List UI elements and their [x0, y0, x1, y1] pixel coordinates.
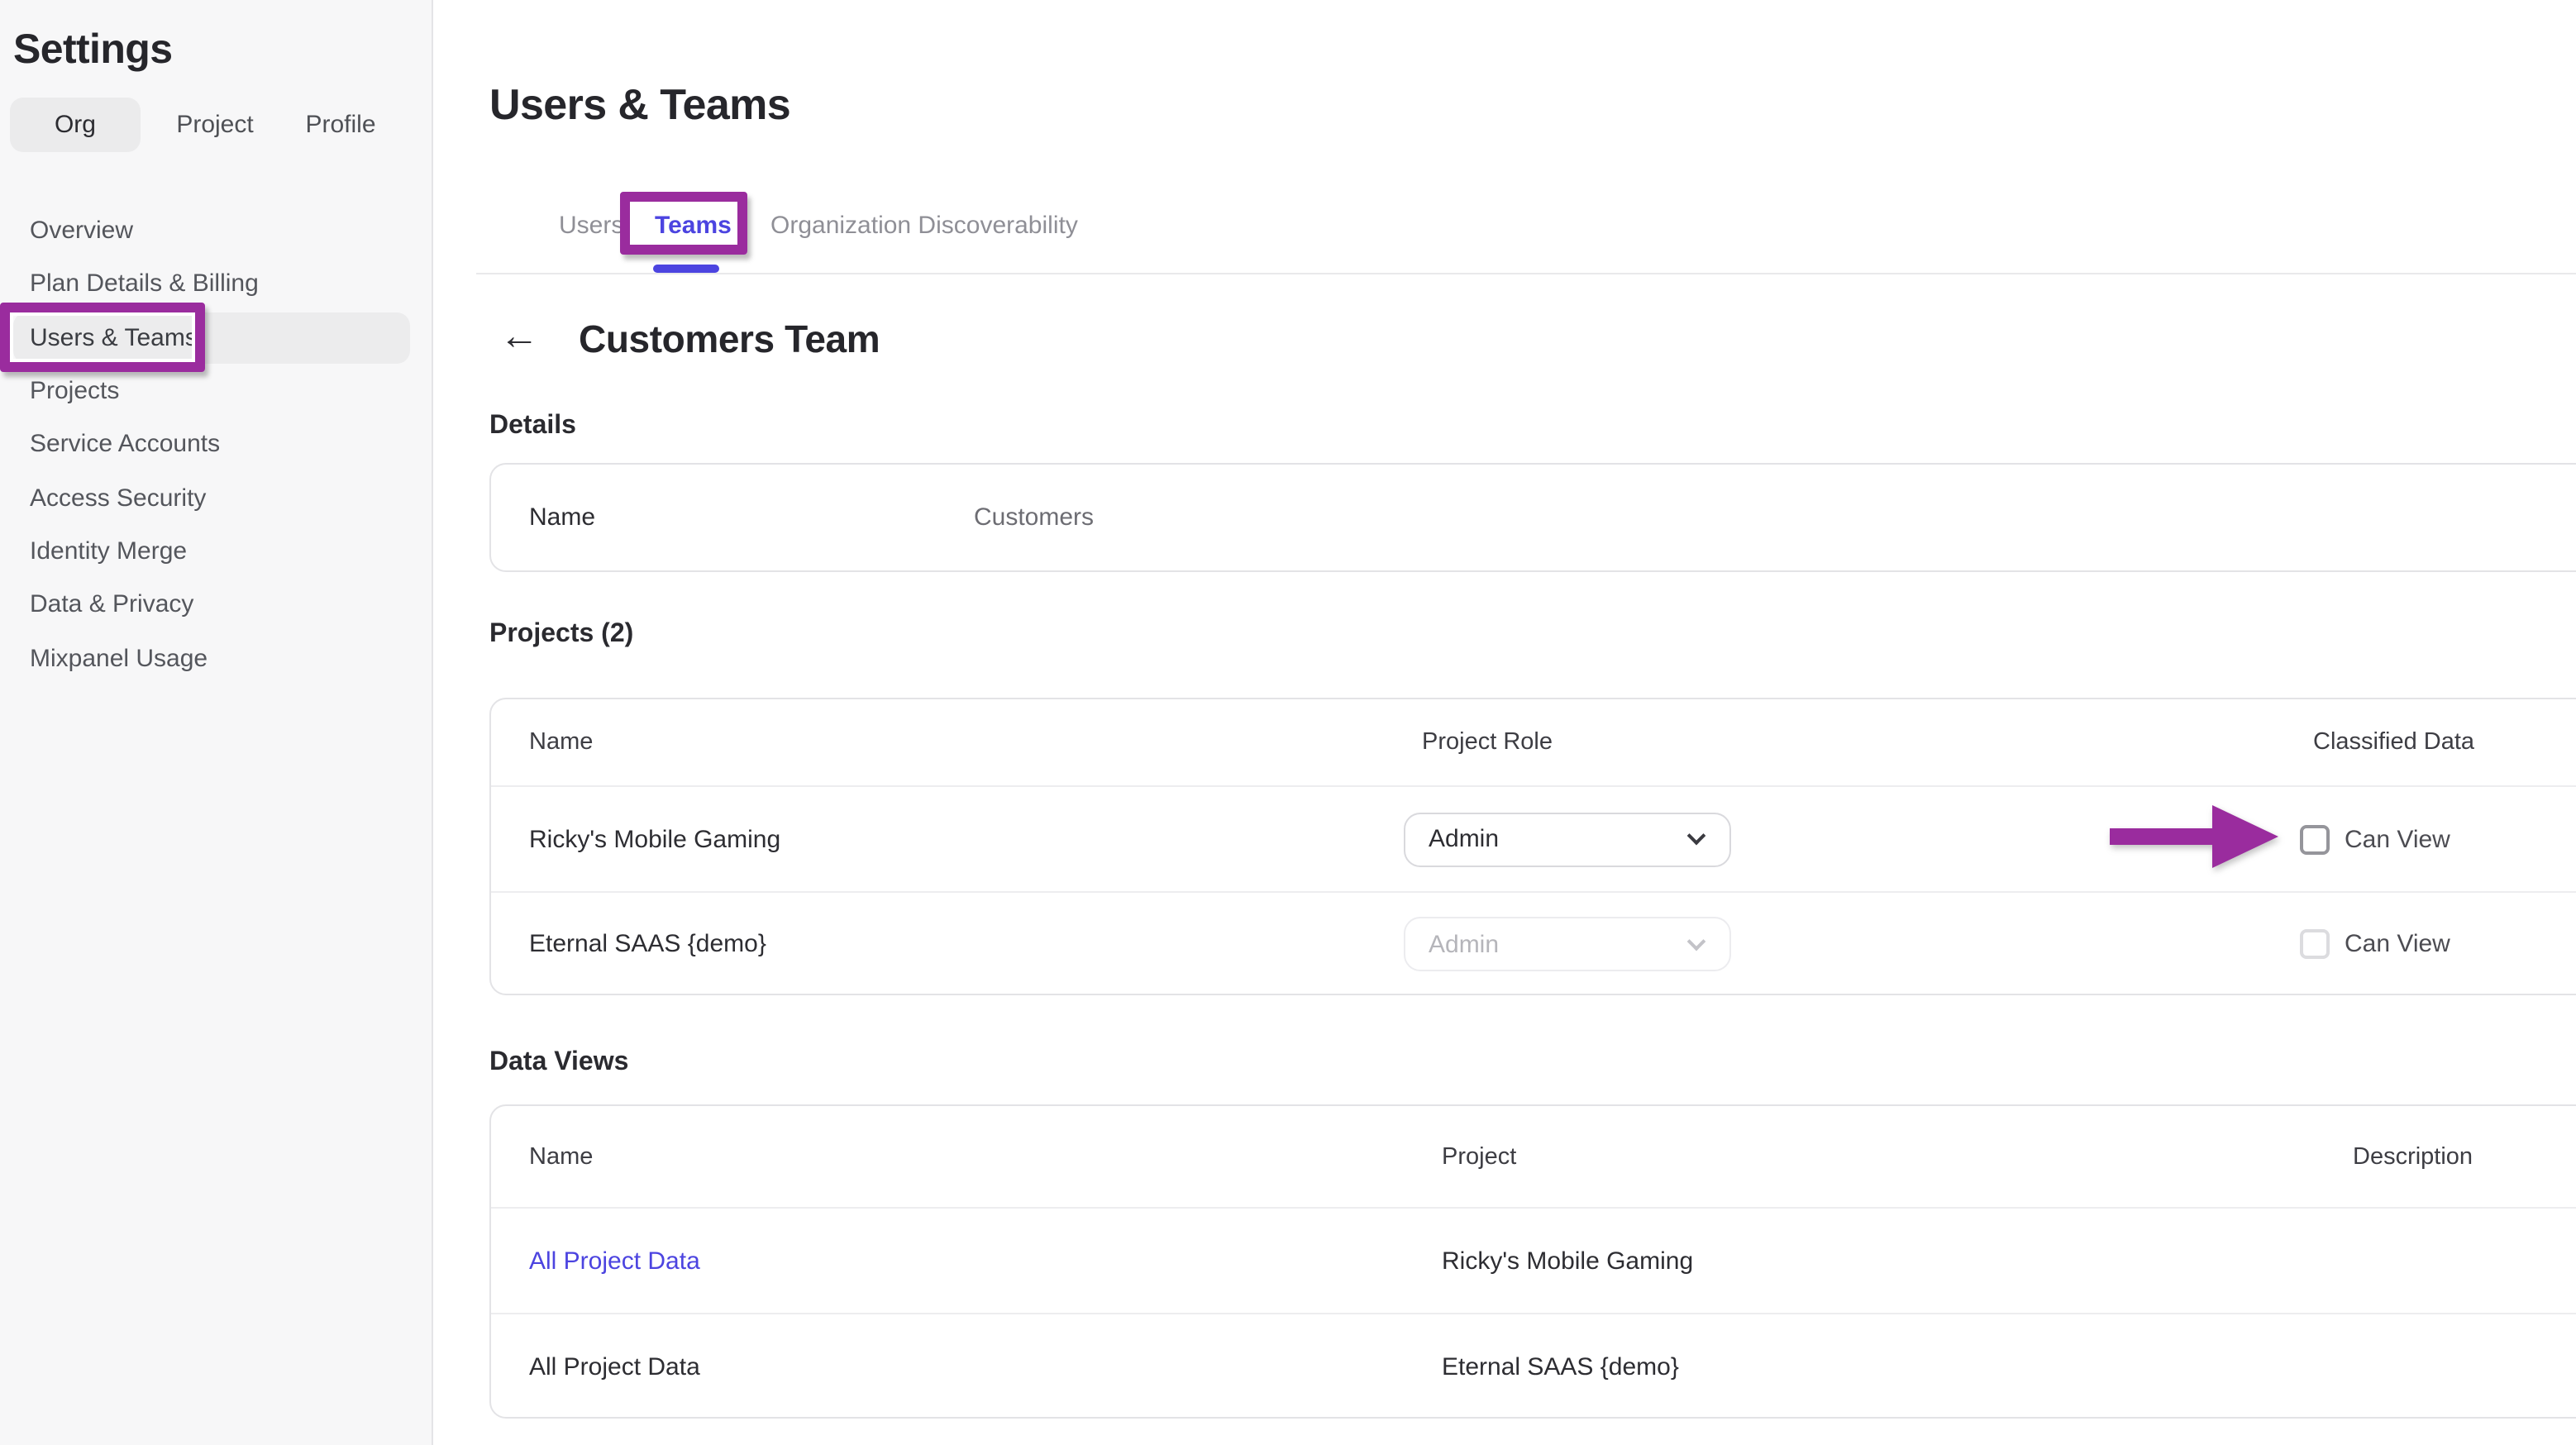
project-name: Ricky's Mobile Gaming: [529, 825, 780, 853]
column-header-description: Description: [2353, 1143, 2473, 1170]
table-row: All Project Data Ricky's Mobile Gaming: [491, 1207, 2576, 1313]
projects-table-header: Name Project Role Classified Data: [491, 699, 2576, 785]
sidebar-item-service-accounts[interactable]: Service Accounts: [13, 418, 410, 470]
can-view-label: Can View: [2345, 930, 2450, 958]
classified-data-checkbox-disabled: [2300, 929, 2330, 959]
sidebar: Settings Org Project Profile Overview Pl…: [0, 0, 433, 1445]
data-views-table-header: Name Project Description: [491, 1106, 2576, 1207]
details-name-label: Name: [529, 503, 595, 532]
project-role-value: Admin: [1429, 930, 1499, 958]
annotation-arrow: [2110, 804, 2282, 870]
settings-page: Settings Org Project Profile Overview Pl…: [0, 0, 2576, 1445]
project-role-value: Admin: [1429, 825, 1499, 853]
column-header-project-role: Project Role: [1422, 729, 1553, 756]
data-view-name: All Project Data: [529, 1352, 700, 1381]
chevron-down-icon: [1687, 827, 1706, 846]
sidebar-item-overview[interactable]: Overview: [13, 205, 410, 256]
settings-title: Settings: [13, 26, 172, 74]
sidebar-item-users-teams[interactable]: Users & Teams: [13, 312, 410, 364]
column-header-name: Name: [529, 1143, 593, 1170]
team-heading: Customers Team: [579, 317, 880, 362]
project-role-select[interactable]: Admin: [1404, 812, 1731, 866]
sidebar-item-data-privacy[interactable]: Data & Privacy: [13, 579, 410, 630]
chevron-down-icon: [1687, 932, 1706, 951]
sidebar-item-identity-merge[interactable]: Identity Merge: [13, 526, 410, 577]
scope-tab-profile[interactable]: Profile: [289, 98, 392, 152]
back-arrow-icon[interactable]: ←: [496, 314, 542, 360]
table-row: Name Customers: [491, 465, 2576, 570]
sidebar-item-mixpanel-usage[interactable]: Mixpanel Usage: [13, 633, 410, 684]
data-view-project: Ricky's Mobile Gaming: [1442, 1247, 1693, 1275]
sidebar-item-plan-details-billing[interactable]: Plan Details & Billing: [13, 258, 410, 309]
details-name-value: Customers: [974, 503, 1094, 532]
active-tab-indicator: [653, 265, 719, 273]
sidebar-item-projects[interactable]: Projects: [13, 365, 410, 417]
tab-organization-discoverability[interactable]: Organization Discoverability: [770, 208, 1078, 245]
project-name: Eternal SAAS {demo}: [529, 930, 766, 958]
table-row: Eternal SAAS {demo} Admin Can View: [491, 891, 2576, 995]
scope-tab-org[interactable]: Org: [10, 98, 141, 152]
column-header-classified-data: Classified Data: [2313, 729, 2474, 756]
column-header-name: Name: [529, 729, 593, 756]
tab-teams[interactable]: Teams: [655, 208, 732, 245]
projects-heading: Projects (2): [489, 620, 633, 650]
sidebar-item-access-security[interactable]: Access Security: [13, 473, 410, 524]
details-card: Name Customers: [489, 463, 2576, 572]
scope-tab-project[interactable]: Project: [157, 98, 273, 152]
project-role-select-disabled: Admin: [1404, 917, 1731, 971]
data-views-heading: Data Views: [489, 1048, 628, 1078]
data-view-name-link[interactable]: All Project Data: [529, 1247, 700, 1275]
classified-data-checkbox[interactable]: [2300, 824, 2330, 854]
tab-divider: [476, 273, 2576, 274]
page-title: Users & Teams: [489, 79, 790, 131]
column-header-project: Project: [1442, 1143, 1516, 1170]
data-view-project: Eternal SAAS {demo}: [1442, 1352, 1679, 1381]
table-row: All Project Data Eternal SAAS {demo}: [491, 1313, 2576, 1419]
tab-users[interactable]: Users: [559, 208, 623, 245]
can-view-label: Can View: [2345, 825, 2450, 853]
details-heading: Details: [489, 412, 576, 441]
data-views-table: Name Project Description All Project Dat…: [489, 1104, 2576, 1419]
